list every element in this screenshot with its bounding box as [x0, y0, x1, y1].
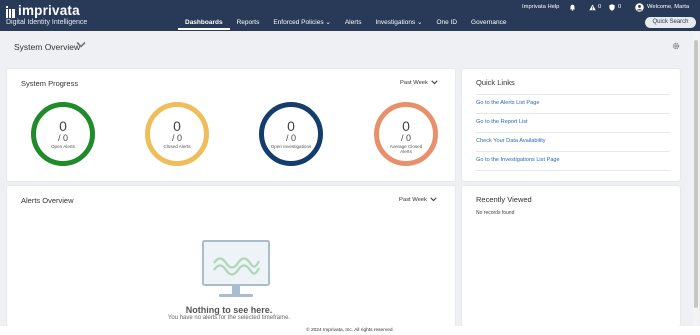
recently-viewed-card: Recently Viewed No records found — [462, 186, 680, 326]
nav-investigations[interactable]: Investigations ⌄ — [368, 16, 429, 30]
divider — [476, 151, 670, 152]
metric-count: 0 — [287, 118, 295, 134]
system-progress-title: System Progress — [21, 79, 79, 88]
metric-label: Open Alerts — [50, 144, 75, 149]
quick-search-button[interactable]: Quick Search — [645, 17, 696, 28]
recently-viewed-title: Recently Viewed — [476, 195, 532, 204]
alerts-overview-title: Alerts Overview — [21, 196, 74, 205]
divider — [476, 94, 670, 95]
nav-alerts[interactable]: Alerts — [338, 16, 369, 30]
period-label: Past Week — [400, 80, 428, 87]
metric-denominator: / 0 — [400, 133, 411, 143]
metric-count: 0 — [402, 118, 410, 134]
metric-denominator: / 0 — [285, 133, 296, 143]
chevron-down-icon[interactable] — [76, 41, 86, 49]
recently-viewed-empty: No records found — [476, 210, 515, 216]
help-link[interactable]: Imprivata Help — [522, 4, 559, 10]
closed-alerts-ring[interactable]: 0 / 0 Closed Alerts — [145, 102, 209, 166]
period-select[interactable]: Past Week — [400, 80, 438, 86]
metric-count: 0 — [173, 118, 181, 134]
metric-label: Closed Alerts — [163, 144, 191, 149]
page-title: System Overview — [14, 42, 81, 52]
nav-dashboards[interactable]: Dashboards — [178, 16, 230, 30]
footer: © 2024 Imprivata, Inc. All rights reserv… — [0, 326, 700, 335]
average-closed-alerts-ring[interactable]: 0 / 0 Average Closed Alerts — [374, 102, 438, 166]
empty-state-title: Nothing to see here. — [185, 305, 273, 315]
divider — [476, 132, 670, 133]
metric-denominator: / 0 — [171, 133, 182, 143]
top-navbar: imprivata Digital Identity Intelligence … — [0, 0, 700, 31]
quick-links-title: Quick Links — [476, 78, 515, 87]
user-avatar-icon[interactable] — [635, 3, 644, 12]
warning-count: 0 — [598, 4, 602, 10]
bell-icon[interactable] — [569, 4, 576, 11]
imprivata-logo-icon — [6, 6, 15, 18]
period-select[interactable]: Past Week — [399, 197, 437, 203]
empty-monitor-icon — [202, 240, 270, 297]
empty-state-subtitle: You have no alerts for the selected time… — [167, 315, 291, 321]
shield-count: 0 — [618, 4, 622, 10]
link-report-list[interactable]: Go to the Report List — [476, 119, 528, 125]
link-investigations-list[interactable]: Go to the Investigations List Page — [476, 157, 560, 163]
nav-governance[interactable]: Governance — [464, 16, 513, 30]
link-data-availability[interactable]: Check Your Data Availability — [476, 138, 546, 144]
nav-reports[interactable]: Reports — [230, 16, 267, 30]
system-progress-card: System Progress Past Week 0 / 0 Open Ale… — [7, 69, 455, 181]
welcome-user[interactable]: Welcome, Marta — [647, 4, 689, 10]
nav-one-id[interactable]: One ID — [429, 16, 464, 30]
open-investigations-ring[interactable]: 0 / 0 Open Investigations — [259, 102, 323, 166]
brand-name: imprivata — [18, 3, 80, 18]
open-alerts-ring[interactable]: 0 / 0 Open Alerts — [31, 102, 95, 166]
metric-label: Average Closed Alerts — [389, 144, 423, 155]
shield-icon[interactable] — [609, 4, 615, 11]
metric-denominator: / 0 — [57, 133, 68, 143]
nav-enforced-policies[interactable]: Enforced Policies ⌄ — [266, 16, 337, 30]
brand-subtitle: Digital Identity Intelligence — [6, 19, 88, 26]
quick-links-card: Quick Links Go to the Alerts List Page G… — [462, 69, 680, 181]
metric-count: 0 — [59, 118, 67, 134]
period-label: Past Week — [399, 197, 427, 204]
gear-icon[interactable] — [672, 42, 680, 50]
scrollbar-thumb[interactable] — [694, 40, 698, 308]
divider — [476, 113, 670, 114]
chevron-down-icon — [430, 197, 437, 202]
warning-icon[interactable] — [589, 4, 596, 11]
main-nav: Dashboards Reports Enforced Policies ⌄ A… — [178, 16, 513, 30]
chevron-down-icon — [431, 80, 438, 85]
metric-label: Open Investigations — [270, 144, 312, 149]
divider — [476, 170, 670, 171]
link-alerts-list[interactable]: Go to the Alerts List Page — [476, 100, 539, 106]
